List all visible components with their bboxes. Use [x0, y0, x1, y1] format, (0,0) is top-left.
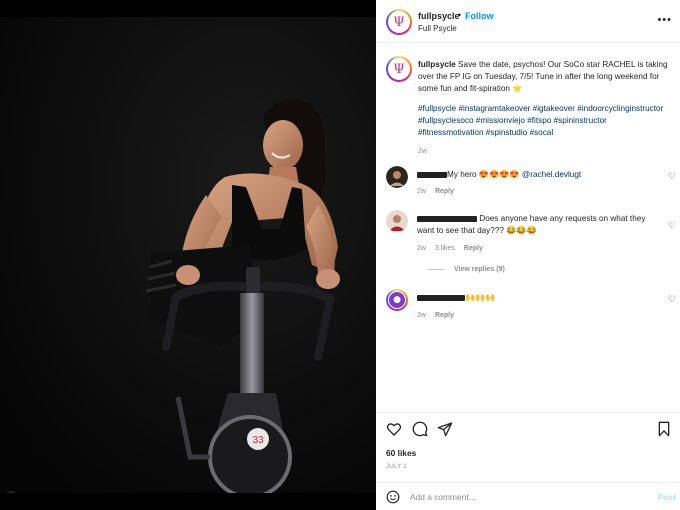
- comment-avatar[interactable]: ●: [386, 289, 408, 311]
- caption-hashtags[interactable]: #fullpsycle #instagramtakeover #igtakeov…: [418, 103, 670, 139]
- logo-icon: Ψ: [388, 11, 410, 33]
- post-panel: Ψ fullpsycle • Follow Full Psycle ••• Ψ …: [376, 0, 680, 510]
- reply-button[interactable]: Reply: [435, 188, 454, 195]
- bike-badge: 33: [252, 435, 264, 446]
- like-comment-icon[interactable]: ♡: [668, 220, 676, 231]
- comment-text: Does anyone have any requests on what th…: [417, 213, 657, 237]
- separator-dot: •: [458, 10, 462, 20]
- caption-body: Save the date, psychos! Our SoCo star RA…: [418, 60, 668, 93]
- follow-button[interactable]: Follow: [465, 11, 494, 21]
- emoji-icon[interactable]: [386, 490, 400, 504]
- comment-avatar[interactable]: [386, 210, 408, 232]
- avatar[interactable]: Ψ: [386, 9, 412, 35]
- caption-text: fullpsycle Save the date, psychos! Our S…: [418, 59, 670, 95]
- caption-avatar[interactable]: Ψ: [386, 56, 412, 82]
- post-header: Ψ fullpsycle • Follow Full Psycle •••: [376, 0, 680, 43]
- redacted-username[interactable]: [417, 215, 477, 222]
- comment-text: My hero 😍😍😍😍 @rachel.devlugt: [417, 169, 657, 181]
- comment-text: 🙌🙌🙌: [417, 292, 657, 304]
- story-avatar-icon: ●: [388, 291, 406, 309]
- post-date[interactable]: JULY 1: [386, 464, 407, 470]
- logo-icon: Ψ: [388, 58, 410, 80]
- username-link[interactable]: fullpsycle: [418, 11, 460, 21]
- account-subtitle[interactable]: Full Psycle: [418, 24, 457, 33]
- view-replies-button[interactable]: View replies (9): [428, 266, 505, 273]
- comment-time[interactable]: 2w: [417, 188, 426, 195]
- comment-body: 🙌🙌🙌: [465, 293, 496, 302]
- comment-meta: 2w Reply: [417, 188, 463, 195]
- comment-meta: 2w 3 likes Reply: [417, 245, 492, 252]
- like-comment-icon[interactable]: ♡: [668, 171, 676, 182]
- comment-bubble-icon[interactable]: [412, 421, 428, 437]
- comment-likes[interactable]: 3 likes: [435, 245, 455, 252]
- redacted-username[interactable]: [417, 171, 447, 178]
- redacted-username[interactable]: [417, 294, 465, 301]
- comment-time[interactable]: 2w: [417, 312, 426, 319]
- comment-time[interactable]: 2w: [417, 245, 426, 252]
- comment-avatar[interactable]: [386, 166, 408, 188]
- reply-button[interactable]: Reply: [464, 245, 483, 252]
- like-heart-icon[interactable]: [386, 421, 402, 437]
- comment-body: My hero 😍😍😍😍: [447, 170, 522, 179]
- likes-count[interactable]: 60 likes: [386, 448, 416, 458]
- reply-button[interactable]: Reply: [435, 312, 454, 319]
- caption-timestamp[interactable]: 2w: [418, 148, 427, 155]
- spin-class-photo: 33: [0, 17, 376, 493]
- comments-scroll-area[interactable]: Ψ fullpsycle Save the date, psychos! Our…: [376, 44, 680, 412]
- save-bookmark-icon[interactable]: [656, 421, 672, 437]
- post-image[interactable]: 33 ●: [0, 17, 376, 493]
- comment-input[interactable]: [410, 489, 640, 505]
- more-options-icon[interactable]: •••: [657, 14, 672, 26]
- comment-meta: 2w Reply: [417, 312, 463, 319]
- like-comment-icon[interactable]: ♡: [668, 294, 676, 305]
- post-button[interactable]: Post: [658, 492, 676, 502]
- caption-username[interactable]: fullpsycle: [418, 60, 456, 69]
- add-comment-bar: Post: [376, 482, 680, 510]
- share-send-icon[interactable]: [437, 421, 453, 437]
- action-bar: 60 likes JULY 1: [376, 412, 680, 476]
- comment-mention[interactable]: @rachel.devlugt: [522, 170, 581, 179]
